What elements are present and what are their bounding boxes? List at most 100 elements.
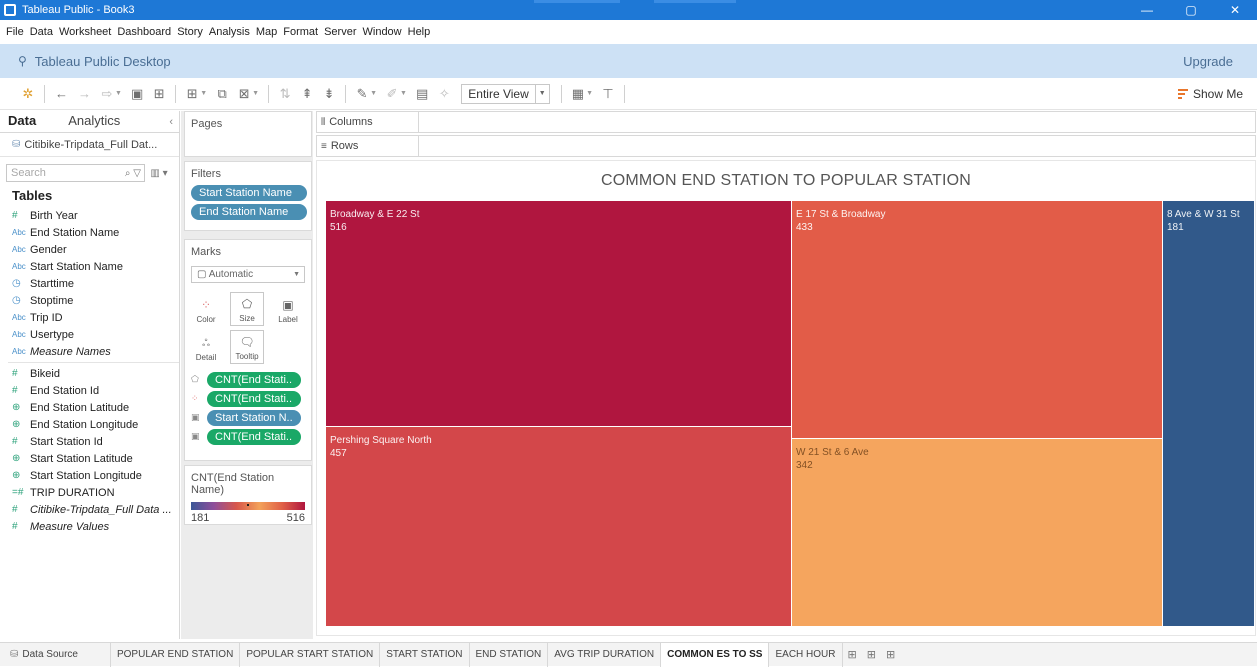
sheet-tab-common-es-to-ss[interactable]: COMMON ES TO SS (661, 642, 770, 667)
tab-data[interactable]: Data (0, 113, 48, 132)
tableau-logo-icon[interactable]: ✲ (22, 86, 34, 102)
menu-data[interactable]: Data (30, 26, 53, 38)
tooltip-button[interactable]: 🗨 Tooltip (230, 330, 264, 364)
pages-card[interactable]: Pages (184, 111, 312, 157)
view-options-icon[interactable]: ▥ ▾ (145, 168, 173, 179)
field-start-station-id[interactable]: # Start Station Id (0, 433, 179, 450)
tab-data-source[interactable]: ⛁ Data Source (0, 642, 111, 667)
upgrade-link[interactable]: Upgrade (1183, 54, 1233, 69)
filter-pill-start-station-name[interactable]: Start Station Name (191, 185, 307, 201)
show-cards-icon[interactable]: ▦ (572, 86, 584, 102)
chevron-down-icon[interactable]: ▼ (370, 90, 377, 97)
presentation-mode-icon[interactable]: ⊤ (602, 86, 614, 102)
color-legend-card[interactable]: CNT(End Station Name) 181 516 (184, 465, 312, 525)
fit-dropdown[interactable]: Entire View ▼ (461, 83, 550, 104)
field-starttime[interactable]: ◷ Starttime (0, 275, 179, 292)
field-record-count[interactable]: # Citibike-Tripdata_Full Data ... (0, 501, 179, 518)
menu-server[interactable]: Server (324, 26, 356, 38)
field-stoptime[interactable]: ◷ Stoptime (0, 292, 179, 309)
treemap-cell[interactable]: 8 Ave & W 31 St 181 (1163, 201, 1255, 627)
field-measure-names[interactable]: Abc Measure Names (0, 343, 179, 360)
menu-file[interactable]: File (6, 26, 24, 38)
treemap-cell[interactable]: W 21 St & 6 Ave 342 (792, 439, 1163, 627)
field-gender[interactable]: Abc Gender (0, 241, 179, 258)
clear-sheet-icon[interactable]: ⊠ (238, 86, 250, 102)
show-me-button[interactable]: Show Me (1177, 87, 1243, 101)
size-button[interactable]: ⬠ Size (230, 292, 264, 326)
save-icon[interactable]: ▣ (131, 86, 143, 102)
field-end-station-id[interactable]: # End Station Id (0, 382, 179, 399)
detail-button[interactable]: ஃ Detail (189, 330, 223, 364)
treemap-cell[interactable]: Broadway & E 22 St 516 (326, 201, 792, 427)
search-filter-icons[interactable]: ⌕ ▽ (125, 168, 144, 179)
filter-pill-end-station-name[interactable]: End Station Name (191, 204, 307, 220)
field-start-station-longitude[interactable]: ⊕ Start Station Longitude (0, 467, 179, 484)
collapse-pane-icon[interactable]: ‹ (169, 116, 173, 128)
swap-rows-columns-icon[interactable]: ⇅ (279, 86, 291, 102)
tab-analytics[interactable]: Analytics (60, 113, 132, 132)
sort-descending-icon[interactable]: ⇟ (323, 86, 335, 102)
sheet-tab-popular-end-station[interactable]: POPULAR END STATION (111, 642, 241, 667)
field-trip-duration[interactable]: =# TRIP DURATION (0, 484, 179, 501)
field-end-station-latitude[interactable]: ⊕ End Station Latitude (0, 399, 179, 416)
redo-icon[interactable]: → (78, 86, 91, 101)
marks-pill-color[interactable]: CNT(End Stati.. (207, 390, 301, 407)
minimize-button[interactable]: — (1125, 0, 1169, 20)
new-dashboard-icon[interactable]: ⊞ (862, 648, 881, 661)
sort-ascending-icon[interactable]: ⇞ (301, 86, 313, 102)
color-button[interactable]: ⁘ Color (189, 292, 223, 326)
menu-format[interactable]: Format (283, 26, 318, 38)
field-trip-id[interactable]: Abc Trip ID (0, 309, 179, 326)
undo-icon[interactable]: ← (55, 86, 68, 101)
sheet-tab-end-station[interactable]: END STATION (470, 642, 549, 667)
field-start-station-latitude[interactable]: ⊕ Start Station Latitude (0, 450, 179, 467)
treemap-cell[interactable]: E 17 St & Broadway 433 (792, 201, 1163, 439)
sheet-tab-start-station[interactable]: START STATION (380, 642, 470, 667)
field-start-station-name[interactable]: Abc Start Station Name (0, 258, 179, 275)
menu-map[interactable]: Map (256, 26, 277, 38)
highlight-icon[interactable]: ✎ (356, 86, 368, 102)
menu-analysis[interactable]: Analysis (209, 26, 250, 38)
chevron-down-icon[interactable]: ▼ (252, 90, 259, 97)
field-usertype[interactable]: Abc Usertype (0, 326, 179, 343)
marks-pill-size[interactable]: CNT(End Stati.. (207, 371, 301, 388)
sheet-tab-each-hour[interactable]: EACH HOUR (769, 642, 843, 667)
group-members-icon[interactable]: ✐ (386, 86, 398, 102)
menu-help[interactable]: Help (408, 26, 431, 38)
sheet-tab-avg-trip-duration[interactable]: AVG TRIP DURATION (548, 642, 662, 667)
rows-shelf[interactable]: ≡ Rows (316, 135, 1256, 157)
field-end-station-longitude[interactable]: ⊕ End Station Longitude (0, 416, 179, 433)
menu-worksheet[interactable]: Worksheet (59, 26, 111, 38)
close-button[interactable]: ✕ (1213, 0, 1257, 20)
field-birth-year[interactable]: # Birth Year (0, 207, 179, 224)
replay-icon[interactable]: ⇨ (101, 86, 113, 102)
show-mark-labels-icon[interactable]: ▤ (416, 86, 428, 102)
field-measure-values[interactable]: # Measure Values (0, 518, 179, 535)
new-worksheet-icon[interactable]: ⊞ (843, 648, 862, 661)
field-bikeid[interactable]: # Bikeid (0, 365, 179, 382)
menu-story[interactable]: Story (177, 26, 203, 38)
columns-shelf[interactable]: ⫴ Columns (316, 111, 1256, 133)
treemap-cell[interactable]: Pershing Square North 457 (326, 427, 792, 627)
chevron-down-icon[interactable]: ▼ (400, 90, 407, 97)
new-story-icon[interactable]: ⊞ (881, 648, 900, 661)
field-end-station-name[interactable]: Abc End Station Name (0, 224, 179, 241)
maximize-button[interactable]: ▢ (1169, 0, 1213, 20)
fix-axes-icon[interactable]: ✧ (438, 86, 450, 102)
data-source-item[interactable]: ⛁ Citibike-Tripdata_Full Dat... (0, 133, 179, 157)
sheet-tab-popular-start-station[interactable]: POPULAR START STATION (240, 642, 381, 667)
label-button[interactable]: ▣ Label (271, 292, 305, 326)
duplicate-sheet-icon[interactable]: ⧉ (216, 86, 228, 102)
chevron-down-icon[interactable]: ▼ (586, 90, 593, 97)
filters-card[interactable]: Filters Start Station Name End Station N… (184, 161, 312, 231)
marks-pill-label-count[interactable]: CNT(End Stati.. (207, 428, 301, 445)
mark-type-dropdown[interactable]: ▢ Automatic ▼ (191, 266, 305, 283)
chevron-down-icon[interactable]: ▼ (115, 90, 122, 97)
new-data-source-icon[interactable]: ⊞ (153, 86, 165, 102)
search-input[interactable]: Search ⌕ ▽ (6, 164, 145, 182)
pin-icon[interactable]: ⚲ (18, 54, 27, 68)
new-worksheet-icon[interactable]: ⊞ (186, 86, 198, 102)
chevron-down-icon[interactable]: ▼ (200, 90, 207, 97)
menu-window[interactable]: Window (363, 26, 402, 38)
marks-pill-label-station[interactable]: Start Station N.. (207, 409, 301, 426)
